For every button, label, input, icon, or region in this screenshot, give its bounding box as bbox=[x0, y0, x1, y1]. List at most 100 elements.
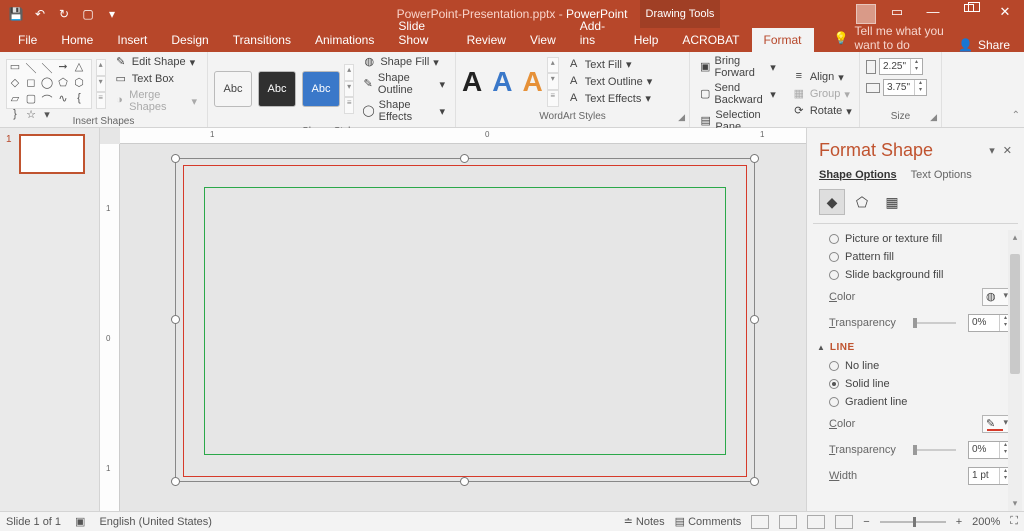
start-from-beginning-icon[interactable]: ▢ bbox=[80, 7, 96, 21]
tab-file[interactable]: File bbox=[6, 28, 49, 52]
line-width-input[interactable]: 1 pt▴▾ bbox=[968, 467, 1012, 485]
pane-scrollbar[interactable]: ▴ ▾ bbox=[1008, 230, 1022, 511]
slideshow-view-button[interactable] bbox=[835, 515, 853, 529]
tab-acrobat[interactable]: ACROBAT bbox=[670, 28, 751, 52]
send-backward-button[interactable]: ▢Send Backward ▾ bbox=[696, 81, 780, 107]
dialog-launcher-icon[interactable]: ◢ bbox=[678, 112, 685, 123]
tab-home[interactable]: Home bbox=[49, 28, 105, 52]
close-button[interactable]: ✕ bbox=[990, 4, 1020, 24]
solid-line-radio[interactable]: Solid line bbox=[829, 375, 1012, 393]
tab-help[interactable]: Help bbox=[622, 28, 671, 52]
tab-insert[interactable]: Insert bbox=[105, 28, 159, 52]
slide-bg-fill-radio[interactable]: Slide background fill bbox=[829, 266, 1012, 284]
text-outline-button[interactable]: AText Outline ▾ bbox=[563, 74, 657, 90]
edit-shape-button[interactable]: ✎Edit Shape ▾ bbox=[110, 54, 201, 70]
tab-slide-show[interactable]: Slide Show bbox=[386, 14, 454, 52]
zoom-in-button[interactable]: + bbox=[956, 516, 962, 528]
zoom-level[interactable]: 200% bbox=[972, 516, 1000, 528]
text-fill-button[interactable]: AText Fill ▾ bbox=[563, 57, 657, 73]
qat-more-icon[interactable]: ▾ bbox=[104, 7, 120, 21]
shapes-scrollbar[interactable]: ▴▾≡ bbox=[96, 59, 106, 109]
shape-effects-button[interactable]: ◯Shape Effects ▾ bbox=[358, 98, 449, 124]
tab-format[interactable]: Format bbox=[752, 28, 814, 52]
tab-design[interactable]: Design bbox=[159, 28, 220, 52]
bring-forward-button[interactable]: ▣Bring Forward ▾ bbox=[696, 54, 780, 80]
window-controls: ▭ — ✕ bbox=[856, 4, 1024, 24]
effects-pane-icon[interactable]: ⬠ bbox=[849, 189, 875, 215]
shape-options-tab[interactable]: Shape Options bbox=[819, 169, 897, 181]
line-transp-slider[interactable] bbox=[913, 449, 956, 451]
rotate-button[interactable]: ⟳Rotate ▾ bbox=[788, 103, 856, 119]
tab-animations[interactable]: Animations bbox=[303, 28, 386, 52]
tab-view[interactable]: View bbox=[518, 28, 568, 52]
spell-check-icon[interactable]: ▣ bbox=[75, 515, 85, 528]
user-avatar[interactable] bbox=[856, 4, 876, 24]
tell-me-search[interactable]: 💡 Tell me what you want to do bbox=[834, 24, 958, 52]
fit-to-window-button[interactable]: ⛶ bbox=[1010, 515, 1018, 528]
fill-icon: ◍ bbox=[362, 55, 376, 69]
width-input[interactable]: 3.75"▴▾ bbox=[883, 79, 927, 96]
language-button[interactable]: English (United States) bbox=[99, 516, 212, 528]
zoom-out-button[interactable]: − bbox=[863, 516, 869, 528]
wordart-scrollbar[interactable]: ▴▾≡ bbox=[547, 57, 559, 107]
style-scrollbar[interactable]: ▴▾≡ bbox=[344, 64, 354, 114]
collapse-ribbon-icon[interactable]: ⌃ bbox=[1012, 110, 1020, 121]
shape-style-gallery[interactable]: Abc Abc Abc bbox=[214, 71, 340, 107]
ribbon-tabs: File Home Insert Design Transitions Anim… bbox=[0, 28, 1024, 52]
line-color-label: Color bbox=[829, 418, 901, 430]
zoom-slider[interactable] bbox=[880, 521, 946, 523]
fill-line-icon[interactable]: ◆ bbox=[819, 189, 845, 215]
line-transp-input[interactable]: 0%▴▾ bbox=[968, 441, 1012, 459]
share-button[interactable]: 👤 Share bbox=[958, 38, 1024, 52]
slide-count[interactable]: Slide 1 of 1 bbox=[6, 516, 61, 528]
wordart-gallery[interactable]: A A A bbox=[462, 66, 543, 98]
ribbon: ▭＼＼➞△◇ ◻◯⬠⬡▱▢ ⌒∿{}☆▾ ▴▾≡ ✎Edit Shape ▾ ▭… bbox=[0, 52, 1024, 128]
text-options-tab[interactable]: Text Options bbox=[911, 169, 972, 181]
tab-add-ins[interactable]: Add-ins bbox=[568, 14, 622, 52]
selection-box[interactable] bbox=[175, 158, 755, 482]
pane-close-icon[interactable]: ✕ bbox=[1003, 144, 1012, 157]
text-box-button[interactable]: ▭Text Box bbox=[110, 71, 201, 87]
tab-review[interactable]: Review bbox=[455, 28, 518, 52]
shape-fill-button[interactable]: ◍Shape Fill ▾ bbox=[358, 54, 449, 70]
pane-options-icon[interactable]: ▾ bbox=[989, 144, 995, 157]
reading-view-button[interactable] bbox=[807, 515, 825, 529]
picture-fill-radio[interactable]: Picture or texture fill bbox=[829, 230, 1012, 248]
shapes-gallery[interactable]: ▭＼＼➞△◇ ◻◯⬠⬡▱▢ ⌒∿{}☆▾ bbox=[6, 59, 92, 109]
dialog-launcher-icon[interactable]: ◢ bbox=[930, 112, 937, 123]
fill-color-label: CColorolor bbox=[829, 291, 901, 303]
slide-sorter-button[interactable] bbox=[779, 515, 797, 529]
height-icon bbox=[866, 60, 876, 74]
redo-icon[interactable]: ↻ bbox=[56, 7, 72, 21]
fill-transp-input[interactable]: 0%▴▾ bbox=[968, 314, 1012, 332]
size-props-icon[interactable]: ▦ bbox=[879, 189, 905, 215]
text-fill-icon: A bbox=[567, 58, 581, 72]
tab-transitions[interactable]: Transitions bbox=[221, 28, 303, 52]
gradient-line-radio[interactable]: Gradient line bbox=[829, 393, 1012, 411]
save-icon[interactable]: 💾 bbox=[8, 7, 24, 21]
pattern-fill-radio[interactable]: Pattern fill bbox=[829, 248, 1012, 266]
normal-view-button[interactable] bbox=[751, 515, 769, 529]
line-transp-label: Transparency bbox=[829, 444, 901, 456]
green-rectangle-shape[interactable] bbox=[204, 187, 726, 455]
no-line-radio[interactable]: No line bbox=[829, 357, 1012, 375]
ribbon-display-icon[interactable]: ▭ bbox=[882, 4, 912, 24]
height-input[interactable]: 2.25"▴▾ bbox=[879, 58, 923, 75]
status-bar: Slide 1 of 1 ▣ English (United States) ≐… bbox=[0, 511, 1024, 531]
notes-button[interactable]: ≐ Notes bbox=[624, 515, 665, 528]
comments-button[interactable]: ▤ Comments bbox=[675, 515, 742, 528]
fill-transp-slider[interactable] bbox=[913, 322, 956, 324]
align-button[interactable]: ≡Align ▾ bbox=[788, 69, 856, 85]
restore-button[interactable] bbox=[954, 4, 984, 24]
undo-icon[interactable]: ↶ bbox=[32, 7, 48, 21]
shape-outline-button[interactable]: ✎Shape Outline ▾ bbox=[358, 71, 449, 97]
slide-canvas-area[interactable]: 1 0 1 1 0 1 bbox=[100, 128, 806, 511]
minimize-button[interactable]: — bbox=[918, 4, 948, 24]
text-effects-button[interactable]: AText Effects ▾ bbox=[563, 91, 657, 107]
group-size: 2.25"▴▾ 3.75"▴▾ Size◢ bbox=[860, 52, 942, 127]
share-icon: 👤 bbox=[958, 38, 973, 52]
slide-thumbnail[interactable] bbox=[19, 134, 85, 174]
line-section-toggle[interactable]: ▲Line bbox=[817, 342, 1012, 353]
text-effects-icon: A bbox=[567, 92, 581, 106]
merge-shapes-button: ◑Merge Shapes ▾ bbox=[110, 88, 201, 114]
